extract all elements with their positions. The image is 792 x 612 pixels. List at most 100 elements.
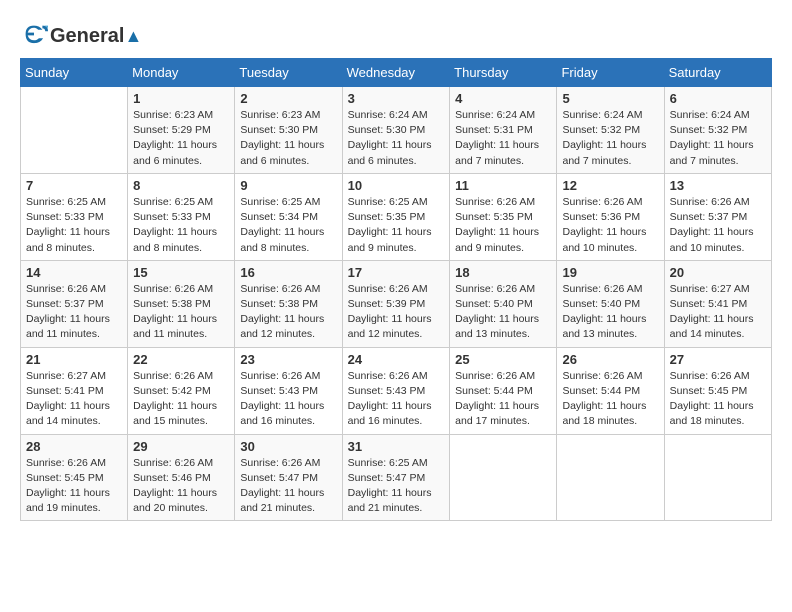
calendar-cell: 28Sunrise: 6:26 AM Sunset: 5:45 PM Dayli… (21, 434, 128, 521)
calendar-cell: 24Sunrise: 6:26 AM Sunset: 5:43 PM Dayli… (342, 347, 450, 434)
calendar-cell: 10 Sunrise: 6:25 AM Sunset: 5:35 PM Dayli… (342, 173, 450, 260)
calendar-cell: 22 Sunrise: 6:26 AM Sunset: 5:42 PM Dayli… (128, 347, 235, 434)
day-info: Sunrise: 6:24 AM Sunset: 5:31 PM Dayligh… (455, 108, 551, 169)
day-number: 17 (348, 265, 445, 280)
calendar-cell: 12 Sunrise: 6:26 AM Sunset: 5:36 PM Dayli… (557, 173, 664, 260)
day-number: 25 (455, 352, 551, 367)
day-number: 27 (670, 352, 766, 367)
day-info: Sunrise: 6:26 AM Sunset: 5:44 PM Dayligh… (455, 369, 551, 430)
day-info: Sunrise: 6:25 AM Sunset: 5:34 PM Dayligh… (240, 195, 336, 256)
day-info: Sunrise: 6:26 AM Sunset: 5:42 PM Dayligh… (133, 369, 229, 430)
logo-icon (20, 20, 48, 48)
day-header-sunday: Sunday (21, 59, 128, 87)
day-header-saturday: Saturday (664, 59, 771, 87)
day-info: Sunrise: 6:27 AM Sunset: 5:41 PM Dayligh… (26, 369, 122, 430)
day-number: 22 (133, 352, 229, 367)
day-number: 9 (240, 178, 336, 193)
day-number: 16 (240, 265, 336, 280)
day-info: Sunrise: 6:26 AM Sunset: 5:36 PM Dayligh… (562, 195, 658, 256)
calendar-cell: 19 Sunrise: 6:26 AM Sunset: 5:40 PM Dayli… (557, 260, 664, 347)
calendar-cell (664, 434, 771, 521)
day-info: Sunrise: 6:26 AM Sunset: 5:39 PM Dayligh… (348, 282, 445, 343)
calendar-week-5: 28Sunrise: 6:26 AM Sunset: 5:45 PM Dayli… (21, 434, 772, 521)
day-number: 26 (562, 352, 658, 367)
day-number: 19 (562, 265, 658, 280)
calendar-cell: 11 Sunrise: 6:26 AM Sunset: 5:35 PM Dayli… (450, 173, 557, 260)
calendar-week-3: 14 Sunrise: 6:26 AM Sunset: 5:37 PM Dayli… (21, 260, 772, 347)
calendar-cell (450, 434, 557, 521)
calendar-cell: 29 Sunrise: 6:26 AM Sunset: 5:46 PM Dayli… (128, 434, 235, 521)
calendar-cell: 25 Sunrise: 6:26 AM Sunset: 5:44 PM Dayli… (450, 347, 557, 434)
day-header-wednesday: Wednesday (342, 59, 450, 87)
day-info: Sunrise: 6:24 AM Sunset: 5:30 PM Dayligh… (348, 108, 445, 169)
calendar-cell: 21 Sunrise: 6:27 AM Sunset: 5:41 PM Dayli… (21, 347, 128, 434)
calendar-week-1: 1Sunrise: 6:23 AM Sunset: 5:29 PM Daylig… (21, 87, 772, 174)
day-number: 12 (562, 178, 658, 193)
day-info: Sunrise: 6:26 AM Sunset: 5:44 PM Dayligh… (562, 369, 658, 430)
calendar-week-4: 21 Sunrise: 6:27 AM Sunset: 5:41 PM Dayli… (21, 347, 772, 434)
calendar-cell: 1Sunrise: 6:23 AM Sunset: 5:29 PM Daylig… (128, 87, 235, 174)
day-info: Sunrise: 6:26 AM Sunset: 5:40 PM Dayligh… (455, 282, 551, 343)
day-number: 3 (348, 91, 445, 106)
day-number: 4 (455, 91, 551, 106)
day-number: 29 (133, 439, 229, 454)
day-info: Sunrise: 6:26 AM Sunset: 5:38 PM Dayligh… (240, 282, 336, 343)
page-header: General▲ (20, 20, 772, 48)
day-header-monday: Monday (128, 59, 235, 87)
calendar-cell: 13 Sunrise: 6:26 AM Sunset: 5:37 PM Dayli… (664, 173, 771, 260)
day-number: 18 (455, 265, 551, 280)
day-info: Sunrise: 6:26 AM Sunset: 5:37 PM Dayligh… (26, 282, 122, 343)
calendar-cell: 3 Sunrise: 6:24 AM Sunset: 5:30 PM Daylig… (342, 87, 450, 174)
day-number: 14 (26, 265, 122, 280)
calendar-week-2: 7 Sunrise: 6:25 AM Sunset: 5:33 PM Daylig… (21, 173, 772, 260)
calendar-body: 1Sunrise: 6:23 AM Sunset: 5:29 PM Daylig… (21, 87, 772, 521)
calendar-cell: 2 Sunrise: 6:23 AM Sunset: 5:30 PM Daylig… (235, 87, 342, 174)
day-header-thursday: Thursday (450, 59, 557, 87)
day-info: Sunrise: 6:26 AM Sunset: 5:43 PM Dayligh… (348, 369, 445, 430)
calendar-cell: 30 Sunrise: 6:26 AM Sunset: 5:47 PM Dayli… (235, 434, 342, 521)
calendar-cell: 9 Sunrise: 6:25 AM Sunset: 5:34 PM Daylig… (235, 173, 342, 260)
calendar-cell: 17 Sunrise: 6:26 AM Sunset: 5:39 PM Dayli… (342, 260, 450, 347)
calendar-cell: 6Sunrise: 6:24 AM Sunset: 5:32 PM Daylig… (664, 87, 771, 174)
day-number: 1 (133, 91, 229, 106)
day-info: Sunrise: 6:24 AM Sunset: 5:32 PM Dayligh… (670, 108, 766, 169)
calendar-cell (21, 87, 128, 174)
calendar-cell: 7Sunrise: 6:25 AM Sunset: 5:33 PM Daylig… (21, 173, 128, 260)
day-number: 8 (133, 178, 229, 193)
logo-text: General▲ (50, 25, 142, 44)
day-number: 15 (133, 265, 229, 280)
day-number: 5 (562, 91, 658, 106)
calendar-cell: 8 Sunrise: 6:25 AM Sunset: 5:33 PM Daylig… (128, 173, 235, 260)
day-number: 10 (348, 178, 445, 193)
day-info: Sunrise: 6:26 AM Sunset: 5:45 PM Dayligh… (670, 369, 766, 430)
day-info: Sunrise: 6:26 AM Sunset: 5:38 PM Dayligh… (133, 282, 229, 343)
calendar-cell: 31Sunrise: 6:25 AM Sunset: 5:47 PM Dayli… (342, 434, 450, 521)
calendar-cell: 20Sunrise: 6:27 AM Sunset: 5:41 PM Dayli… (664, 260, 771, 347)
day-number: 2 (240, 91, 336, 106)
calendar-cell: 26 Sunrise: 6:26 AM Sunset: 5:44 PM Dayli… (557, 347, 664, 434)
day-info: Sunrise: 6:26 AM Sunset: 5:47 PM Dayligh… (240, 456, 336, 517)
day-info: Sunrise: 6:25 AM Sunset: 5:35 PM Dayligh… (348, 195, 445, 256)
day-info: Sunrise: 6:26 AM Sunset: 5:35 PM Dayligh… (455, 195, 551, 256)
day-number: 13 (670, 178, 766, 193)
day-info: Sunrise: 6:23 AM Sunset: 5:30 PM Dayligh… (240, 108, 336, 169)
day-info: Sunrise: 6:24 AM Sunset: 5:32 PM Dayligh… (562, 108, 658, 169)
calendar-cell: 5 Sunrise: 6:24 AM Sunset: 5:32 PM Daylig… (557, 87, 664, 174)
day-number: 28 (26, 439, 122, 454)
calendar-cell: 27 Sunrise: 6:26 AM Sunset: 5:45 PM Dayli… (664, 347, 771, 434)
logo: General▲ (20, 20, 142, 48)
day-number: 30 (240, 439, 336, 454)
day-info: Sunrise: 6:26 AM Sunset: 5:40 PM Dayligh… (562, 282, 658, 343)
calendar-cell: 14 Sunrise: 6:26 AM Sunset: 5:37 PM Dayli… (21, 260, 128, 347)
day-number: 21 (26, 352, 122, 367)
calendar-table: SundayMondayTuesdayWednesdayThursdayFrid… (20, 58, 772, 521)
day-info: Sunrise: 6:26 AM Sunset: 5:43 PM Dayligh… (240, 369, 336, 430)
day-info: Sunrise: 6:26 AM Sunset: 5:46 PM Dayligh… (133, 456, 229, 517)
calendar-cell: 16 Sunrise: 6:26 AM Sunset: 5:38 PM Dayli… (235, 260, 342, 347)
calendar-cell: 18 Sunrise: 6:26 AM Sunset: 5:40 PM Dayli… (450, 260, 557, 347)
day-info: Sunrise: 6:27 AM Sunset: 5:41 PM Dayligh… (670, 282, 766, 343)
day-number: 7 (26, 178, 122, 193)
day-info: Sunrise: 6:25 AM Sunset: 5:33 PM Dayligh… (133, 195, 229, 256)
day-number: 11 (455, 178, 551, 193)
day-info: Sunrise: 6:26 AM Sunset: 5:37 PM Dayligh… (670, 195, 766, 256)
